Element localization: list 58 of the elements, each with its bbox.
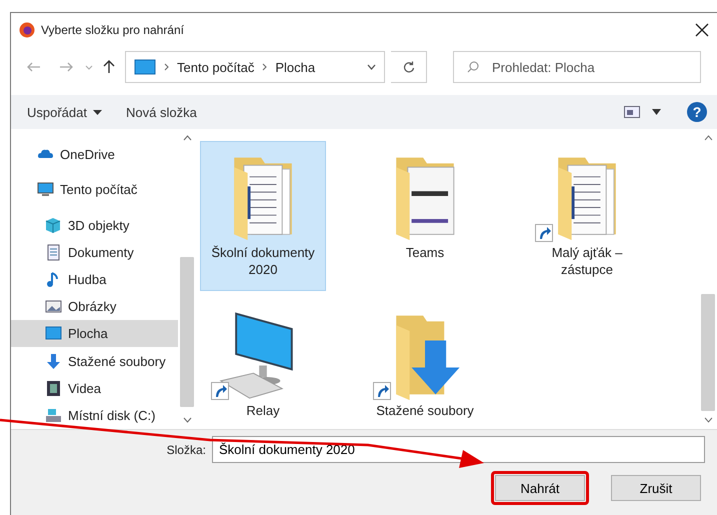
breadcrumb[interactable]: Plocha	[275, 60, 316, 74]
sidebar-item[interactable]: Videa	[11, 374, 178, 402]
folder-name: Teams	[406, 244, 444, 261]
folder-label: Složka:	[166, 442, 206, 456]
folder-name: Stažené soubory	[376, 402, 474, 419]
chevron-right-icon	[164, 63, 169, 71]
disk-icon	[45, 406, 62, 424]
upload-button[interactable]: Nahrát	[495, 475, 585, 501]
folder-name: Školní dokumenty 2020	[210, 244, 316, 278]
sidebar-item[interactable]: 3D objekty	[11, 211, 178, 239]
doc-icon	[45, 244, 62, 261]
sidebar-item[interactable]: Tento počítač	[11, 176, 178, 204]
download-icon	[45, 352, 62, 370]
search-icon	[467, 61, 479, 73]
refresh-icon	[402, 61, 414, 73]
desktop-icon	[45, 325, 62, 342]
folder-item[interactable]: Relay	[200, 299, 326, 429]
picture-icon	[45, 298, 62, 316]
refresh-button[interactable]	[391, 51, 427, 83]
scroll-down-icon[interactable]	[704, 417, 712, 424]
scroll-up-icon[interactable]	[182, 135, 192, 141]
desktop-icon	[134, 59, 156, 75]
sidebar-item[interactable]: Dokumenty	[11, 238, 178, 266]
chevron-down-icon[interactable]	[367, 64, 376, 70]
chevron-right-icon	[262, 63, 268, 71]
window-title: Vyberte složku pro nahrání	[41, 23, 185, 37]
browser-logo-icon	[19, 22, 35, 38]
folder-field[interactable]: Školní dokumenty 2020	[212, 436, 705, 463]
up-arrow-icon[interactable]	[103, 60, 115, 74]
caret-icon[interactable]	[652, 109, 661, 115]
scroll-up-icon[interactable]	[704, 135, 712, 141]
video-icon	[45, 380, 62, 397]
breadcrumb[interactable]: Tento počítač	[177, 60, 254, 74]
scrollbar-thumb[interactable]	[701, 294, 715, 412]
folder-name: Malý ajťák – zástupce	[550, 244, 624, 278]
folder-item[interactable]: Stažené soubory	[362, 299, 488, 429]
cube-icon	[45, 216, 62, 234]
scrollbar-thumb[interactable]	[180, 257, 194, 407]
sidebar-item[interactable]: Stažené soubory	[11, 347, 178, 375]
sidebar-item[interactable]: Hudba	[11, 266, 178, 294]
sidebar-item[interactable]: OneDrive	[11, 141, 178, 168]
view-icon[interactable]	[624, 106, 640, 118]
folder-name: Relay	[246, 402, 280, 419]
sidebar-item[interactable]: Plocha	[11, 320, 178, 348]
address-bar[interactable]: Tento počítač Plocha	[125, 51, 385, 83]
folder-item[interactable]: Malý ajťák – zástupce	[524, 141, 650, 291]
new-folder-button[interactable]: Nová složka	[120, 100, 203, 124]
sidebar-item[interactable]: Obrázky	[11, 293, 178, 320]
folder-item[interactable]: Teams	[362, 141, 488, 291]
help-button[interactable]: ?	[687, 102, 707, 122]
folder-item[interactable]: Školní dokumenty 2020	[200, 141, 326, 291]
search-field[interactable]: Prohledat: Plocha	[453, 51, 701, 83]
organize-menu[interactable]: Uspořádat	[21, 100, 108, 124]
caret-icon	[92, 110, 102, 114]
scroll-down-icon[interactable]	[182, 417, 192, 423]
pc-icon	[37, 181, 54, 198]
cancel-button[interactable]: Zrušit	[611, 475, 701, 501]
sidebar-item[interactable]: Místní disk (C:)	[11, 402, 178, 430]
